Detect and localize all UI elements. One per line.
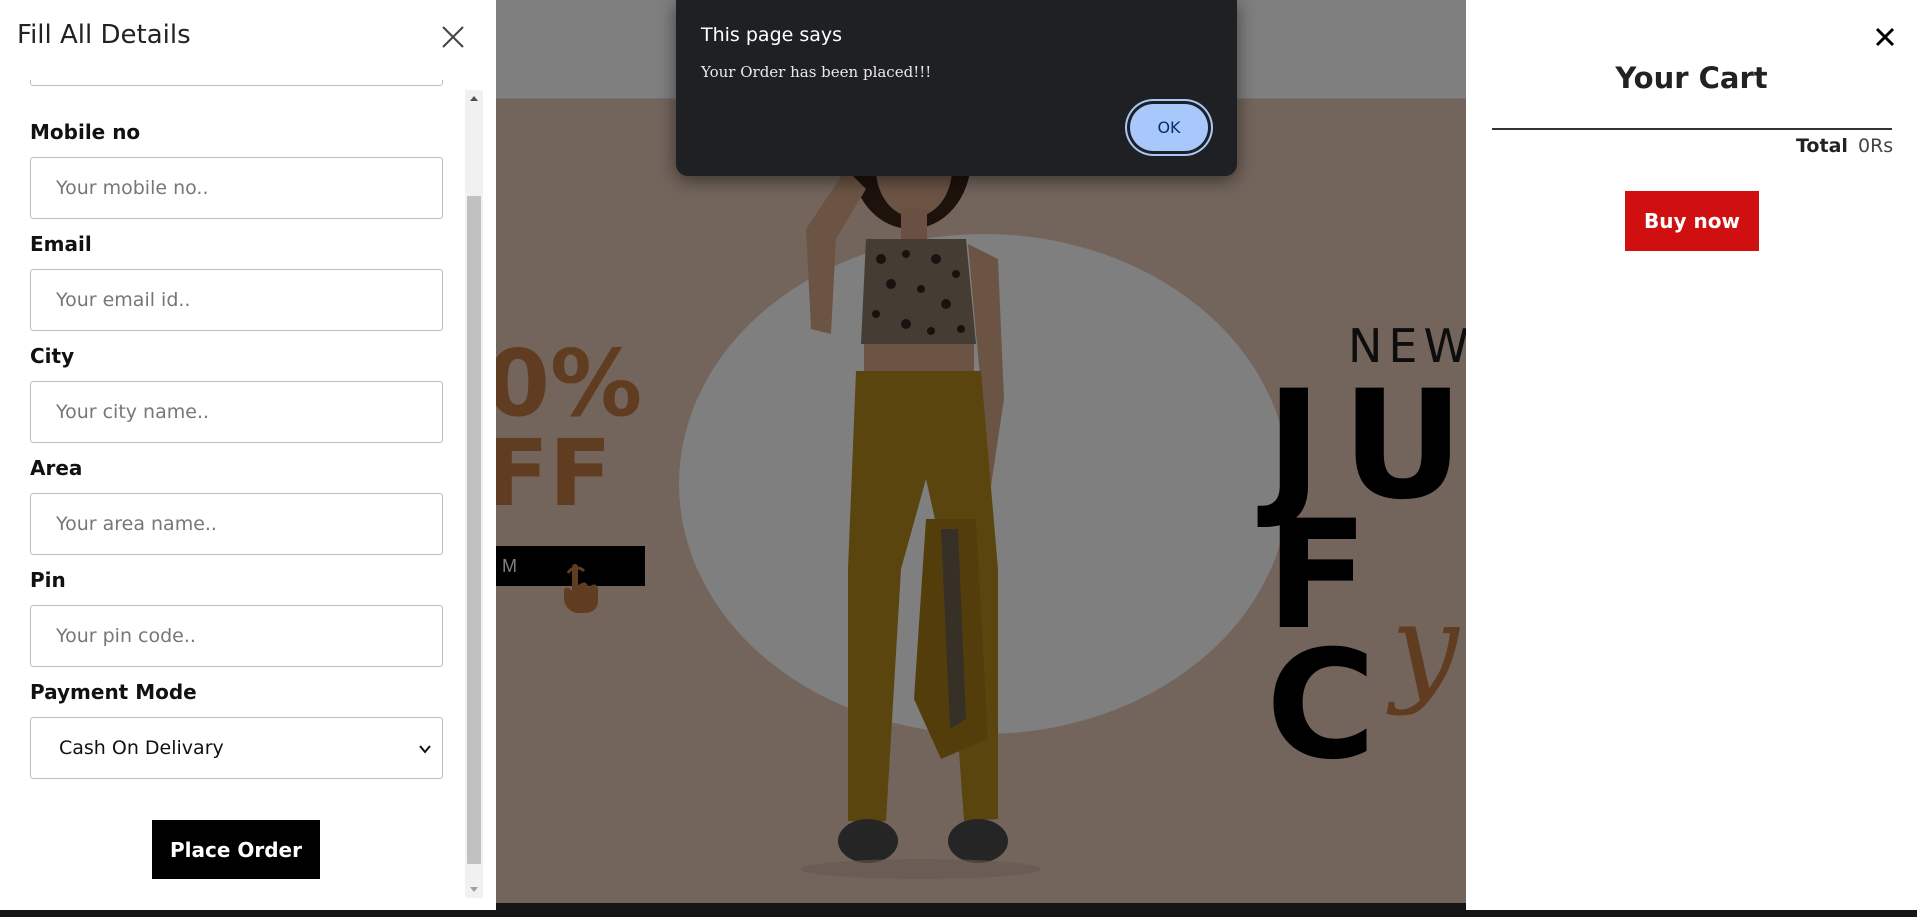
- scroll-down-arrow-icon[interactable]: [465, 880, 483, 898]
- cart-total-value: 0Rs: [1858, 135, 1894, 157]
- payment-mode-label: Payment Mode: [30, 680, 197, 704]
- checkout-form-panel: Fill All Details Mobile no Email City Ar…: [0, 0, 496, 910]
- pin-label: Pin: [30, 568, 66, 592]
- alert-title: This page says: [701, 24, 843, 46]
- city-label: City: [30, 344, 75, 368]
- chevron-down-icon: [419, 745, 431, 754]
- scroll-up-arrow-icon[interactable]: [465, 90, 483, 108]
- cart-title: Your Cart: [1615, 61, 1768, 95]
- form-scroll-area: Mobile no Email City Area Pin Payment Mo…: [0, 80, 465, 910]
- browser-alert-dialog: This page says Your Order has been place…: [676, 0, 1237, 176]
- mobile-label: Mobile no: [30, 120, 141, 144]
- payment-mode-select[interactable]: Cash On Delivary: [30, 717, 443, 779]
- city-input[interactable]: [30, 381, 443, 443]
- email-input[interactable]: [30, 269, 443, 331]
- area-input[interactable]: [30, 493, 443, 555]
- pin-input[interactable]: [30, 605, 443, 667]
- close-icon[interactable]: [440, 24, 466, 50]
- cart-panel: Your Cart Total 0Rs Buy now: [1466, 0, 1917, 910]
- cart-divider: [1492, 128, 1892, 130]
- form-scrollbar-thumb[interactable]: [467, 196, 481, 864]
- cart-total-label: Total: [1796, 135, 1848, 157]
- buy-now-button[interactable]: Buy now: [1625, 191, 1759, 251]
- alert-message: Your Order has been placed!!!: [701, 63, 932, 81]
- alert-ok-button[interactable]: OK: [1130, 104, 1208, 151]
- form-title: Fill All Details: [17, 20, 191, 50]
- place-order-button[interactable]: Place Order: [152, 820, 320, 879]
- previous-field-input[interactable]: [30, 80, 443, 86]
- close-icon[interactable]: [1873, 25, 1897, 49]
- email-label: Email: [30, 232, 92, 256]
- area-label: Area: [30, 456, 83, 480]
- mobile-input[interactable]: [30, 157, 443, 219]
- payment-mode-value: Cash On Delivary: [59, 737, 224, 759]
